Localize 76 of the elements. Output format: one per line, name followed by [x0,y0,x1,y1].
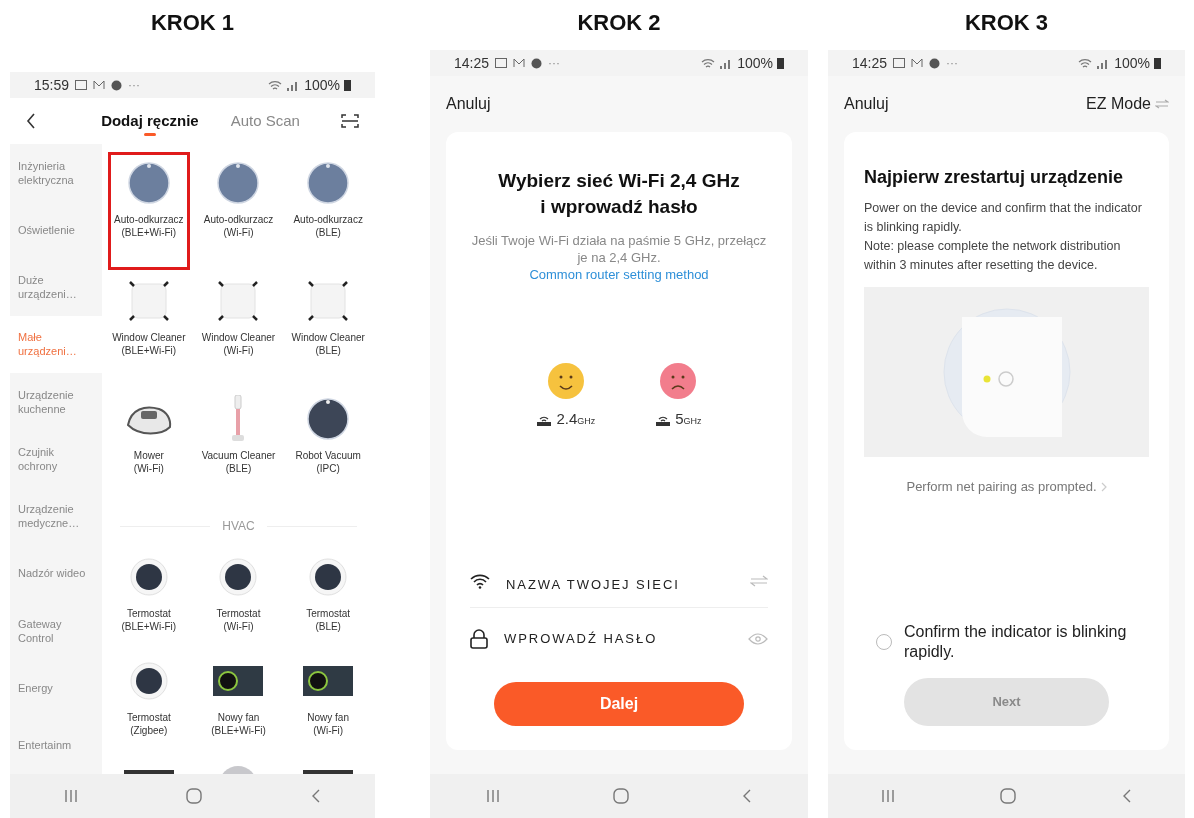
wifi-icon [470,572,490,589]
device-item[interactable]: Window Cleaner (Wi-Fi) [198,331,279,357]
network-name-field[interactable]: NAZWA TWOJEJ SIECI [506,566,734,595]
router-icon [536,414,553,426]
status-more: ··· [548,55,561,72]
band-label: 2.4GHz [556,411,596,426]
router-icon [655,414,672,426]
notification-icon [93,80,106,90]
device-item[interactable]: Auto-odkurzacz (Wi-Fi) [198,213,279,239]
device-item[interactable]: Mower (Wi-Fi) [108,449,189,475]
confirm-radio[interactable] [876,634,892,650]
confirm-label: Confirm the indicator is blinking rapidly. [904,622,1128,662]
instruction-text: Note: please complete the network distribution within 3 minutes after resetting the device. [864,238,1122,274]
cancel-button[interactable]: Anuluj [844,92,889,116]
notification-icon [513,58,526,68]
notification-icon [111,79,123,91]
back-icon[interactable] [26,113,36,129]
robot-vacuum-image [127,162,170,204]
lock-icon [470,629,488,649]
device-item[interactable]: Vacuum Cleaner (BLE) [198,449,279,475]
screen-title: Najpierw zrestartuj urządzenie [864,166,1125,189]
step-heading: KROK 2 [577,9,661,37]
device-item[interactable]: Auto-odkurzacz (BLE) [288,213,369,239]
home-icon[interactable] [613,788,629,804]
device-item[interactable]: Termostat (BLE) [288,607,369,633]
device-item[interactable]: Window Cleaner (BLE+Wi-Fi) [108,331,189,357]
device-item[interactable]: Nowy fan (Wi-Fi) [288,711,369,737]
device-item[interactable]: Nowy fan (BLE+Wi-Fi) [198,711,279,737]
pairing-help-link[interactable]: Perform net pairing as prompted. [906,477,1097,497]
notification-icon [893,58,906,68]
recent-apps-icon[interactable] [64,789,79,803]
device-item[interactable]: Termostat (Zigbee) [108,711,189,737]
status-time: 15:59 [34,75,70,95]
device-item[interactable]: Auto-odkurzacz (BLE+Wi-Fi) [108,213,189,239]
device-item[interactable]: Termostat (BLE+Wi-Fi) [108,607,189,633]
wifi-icon [268,79,283,91]
tab[interactable]: Auto Scan [230,106,300,136]
home-icon[interactable] [186,788,203,804]
step-heading: KROK 3 [964,9,1049,37]
tab[interactable]: Dodaj ręcznie [101,106,199,136]
notification-icon [911,58,924,68]
scan-icon[interactable] [341,113,359,129]
band-label: 5GHz [675,411,702,426]
screen-title: Wybierz sieć Wi-Fi 2,4 GHz i wprowadź hasło [497,169,741,219]
notification-icon [929,57,941,69]
description-text: Jeśli Twoje Wi-Fi działa na paśmie 5 GHz, przełącz je na 2,4 GHz. [470,232,768,266]
battery-icon [344,79,351,91]
instruction-text: Power on the device and confirm that the indicator is blinking rapidly. [864,200,1143,236]
device-item[interactable]: Window Cleaner (BLE) [288,331,369,357]
recent-apps-icon[interactable] [880,789,895,803]
device-item[interactable]: Termostat (Wi-Fi) [198,607,279,633]
wifi-icon [1078,57,1093,69]
notification-icon [495,58,508,68]
status-time: 14:25 [852,53,888,73]
status-more: ··· [128,77,141,94]
battery-level: 100% [1114,53,1150,73]
chevron-right-icon [1100,481,1107,492]
home-icon[interactable] [1000,788,1017,804]
step-heading: KROK 1 [150,9,235,37]
cancel-button[interactable]: Anuluj [446,92,491,116]
battery-level: 100% [737,53,773,73]
notification-icon [75,80,88,90]
device-item[interactable]: Robot Vacuum (IPC) [288,449,369,475]
status-time: 14:25 [454,53,490,73]
mode-button[interactable]: EZ Mode [1086,92,1169,116]
swap-icon [1155,99,1169,109]
wifi-icon [701,57,716,69]
section-title: HVAC [222,518,255,535]
router-setting-link[interactable]: Common router setting method [529,267,709,282]
notification-icon [531,57,543,69]
password-field[interactable]: WPROWADŹ HASŁO [504,629,732,649]
battery-icon [777,57,784,69]
recent-apps-icon[interactable] [486,789,501,803]
battery-icon [1154,57,1161,69]
battery-level: 100% [304,75,340,95]
status-more: ··· [946,55,959,72]
